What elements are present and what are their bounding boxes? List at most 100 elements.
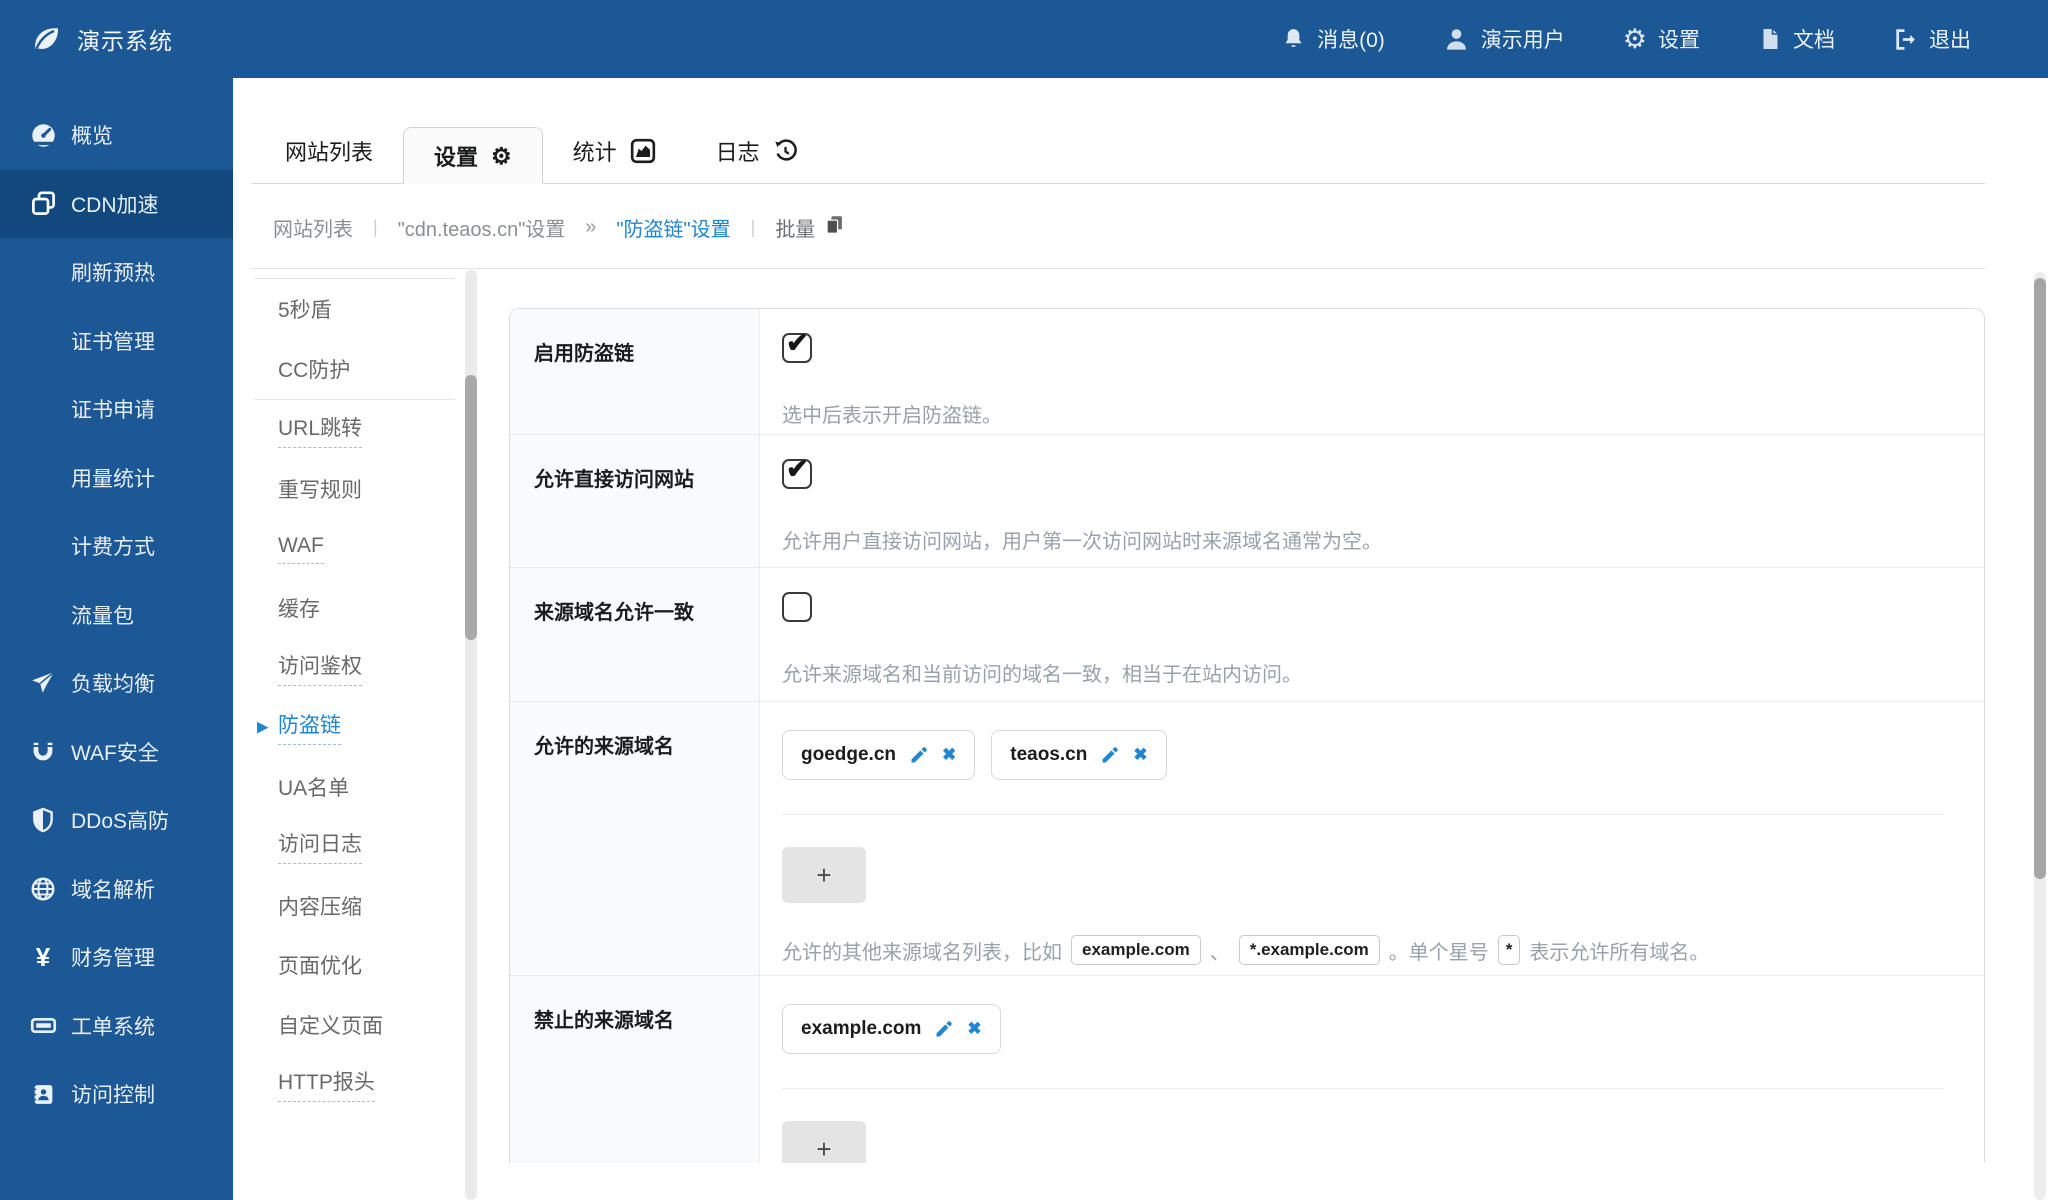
subnav-item-compression[interactable]: 内容压缩: [255, 876, 455, 936]
gauge-icon: [27, 122, 59, 149]
check-icon: ✔: [786, 454, 809, 484]
settings-button[interactable]: ⚙ 设置: [1594, 24, 1729, 54]
subnav-scrollbar: [465, 270, 477, 1200]
docs-button[interactable]: 文档: [1729, 24, 1864, 54]
page-scrollbar: [2034, 272, 2046, 1200]
tab-stats[interactable]: 统计: [543, 118, 686, 184]
tab-settings[interactable]: 设置 ⚙: [403, 127, 543, 184]
sidebar-item-waf[interactable]: WAF安全: [0, 718, 233, 787]
subnav-item-cache[interactable]: 缓存: [255, 579, 455, 639]
allow-same-domain-checkbox[interactable]: [782, 592, 812, 622]
sidebar-item-dns[interactable]: 域名解析: [0, 855, 233, 924]
pipe-separator: |: [750, 216, 756, 237]
denied-domain-tags: example.com ✖: [782, 1004, 1964, 1054]
subnav-group-settings: URL跳转 重写规则 WAF 缓存 访问鉴权 ▶ 防盗链 UA名单 访问日志 内…: [255, 400, 455, 1114]
page-scrollbar-thumb[interactable]: [2034, 278, 2046, 879]
pipe-separator: |: [373, 216, 378, 237]
breadcrumb-referer-settings[interactable]: "防盗链"设置: [616, 213, 730, 242]
allow-direct-checkbox[interactable]: ✔: [782, 454, 812, 489]
sidebar-item-traffic-package[interactable]: 流量包: [0, 581, 233, 650]
sidebar-item-load-balancer[interactable]: 负载均衡: [0, 649, 233, 718]
subnav-item-waf[interactable]: WAF: [255, 519, 455, 579]
brand[interactable]: 演示系统: [0, 22, 173, 56]
add-denied-domain-button[interactable]: +: [782, 1121, 866, 1163]
remove-icon[interactable]: ✖: [942, 745, 956, 765]
subnav-item-cc-protect[interactable]: CC防护: [255, 339, 455, 399]
sidebar-item-ddos[interactable]: DDoS高防: [0, 786, 233, 855]
subnav-item-referer[interactable]: ▶ 防盗链: [255, 698, 455, 758]
yen-icon: ¥: [35, 942, 51, 973]
batch-button[interactable]: 批量: [775, 213, 845, 242]
edit-icon[interactable]: [934, 1019, 954, 1039]
breadcrumb-site-list[interactable]: 网站列表: [273, 213, 353, 242]
domain-tag: goedge.cn ✖: [782, 730, 976, 780]
subnav-item-url-redirect[interactable]: URL跳转: [255, 400, 455, 460]
remove-icon[interactable]: ✖: [1133, 745, 1147, 765]
example-code: *.example.com: [1238, 935, 1380, 965]
domain-tag: teaos.cn ✖: [991, 730, 1167, 780]
cell-divider: [782, 1088, 1944, 1089]
active-arrow-icon: ▶: [257, 718, 269, 736]
sidebar-item-refresh-preheat[interactable]: 刷新预热: [0, 238, 233, 307]
copy-icon: [824, 214, 845, 241]
subnav-item-5s-shield[interactable]: 5秒盾: [255, 279, 455, 339]
file-icon: [1758, 27, 1782, 51]
subnav-item-access-log[interactable]: 访问日志: [255, 817, 455, 877]
user-menu-button[interactable]: 演示用户: [1414, 24, 1594, 54]
sidebar-item-usage-stats[interactable]: 用量统计: [0, 444, 233, 513]
breadcrumb-site-settings[interactable]: "cdn.teaos.cn"设置: [398, 213, 566, 242]
field-label: 来源域名允许一致: [510, 568, 760, 701]
tab-logs[interactable]: 日志: [686, 118, 828, 184]
enable-referer-checkbox[interactable]: ✔: [782, 328, 812, 363]
subnav-item-rewrite-rules[interactable]: 重写规则: [255, 460, 455, 520]
gear-icon: ⚙: [491, 142, 512, 169]
magnet-icon: [27, 739, 59, 765]
messages-button[interactable]: 消息(0): [1252, 24, 1414, 54]
subnav-item-access-auth[interactable]: 访问鉴权: [255, 638, 455, 698]
form-row-enable-referer: 启用防盗链 ✔ 选中后表示开启防盗链。: [510, 309, 1984, 435]
logout-button[interactable]: 退出: [1864, 24, 2000, 54]
subnav-scrollbar-thumb[interactable]: [465, 375, 477, 640]
edit-icon[interactable]: [909, 745, 929, 765]
referer-settings-form: 启用防盗链 ✔ 选中后表示开启防盗链。 允许直接访问网站 ✔ 允许用户直接访问网…: [509, 308, 1985, 1163]
breadcrumb: 网站列表 | "cdn.teaos.cn"设置 » "防盗链"设置 | 批量: [273, 204, 845, 250]
field-hint: 允许用户直接访问网站，用户第一次访问网站时来源域名通常为空。: [782, 531, 1382, 553]
sidebar-item-cdn[interactable]: CDN加速: [0, 169, 233, 238]
subnav-item-ua-list[interactable]: UA名单: [255, 757, 455, 817]
cell-divider: [782, 814, 1944, 815]
id-card-icon: [27, 1082, 59, 1107]
paper-plane-icon: [27, 670, 59, 696]
breadcrumb-divider: [251, 268, 1985, 269]
sidebar-item-access-control[interactable]: 访问控制: [0, 1060, 233, 1129]
shield-icon: [27, 807, 59, 833]
check-icon: ✔: [786, 328, 809, 358]
remove-icon[interactable]: ✖: [967, 1019, 981, 1039]
subnav-item-custom-pages[interactable]: 自定义页面: [255, 995, 455, 1055]
field-label: 禁止的来源域名: [510, 976, 760, 1163]
edit-icon[interactable]: [1100, 745, 1120, 765]
sidebar-item-overview[interactable]: 概览: [0, 101, 233, 170]
top-bar: 演示系统 消息(0) 演示用户 ⚙ 设置 文档 退出: [0, 0, 2048, 78]
example-code: example.com: [1071, 935, 1201, 965]
field-label: 允许直接访问网站: [510, 435, 760, 567]
sidebar-item-finance[interactable]: ¥ 财务管理: [0, 923, 233, 992]
sidebar-item-billing-method[interactable]: 计费方式: [0, 512, 233, 581]
example-code: *: [1497, 935, 1521, 965]
add-allowed-domain-button[interactable]: +: [782, 847, 866, 903]
sidebar-item-cert-apply[interactable]: 证书申请: [0, 375, 233, 444]
form-row-denied-domains: 禁止的来源域名 example.com ✖ +: [510, 976, 1984, 1163]
field-hint: 选中后表示开启防盗链。: [782, 405, 1002, 427]
form-row-allowed-domains: 允许的来源域名 goedge.cn ✖ teaos.cn ✖ + 允许的其他来源…: [510, 702, 1984, 976]
content-area: 网站列表 设置 ⚙ 统计 日志 网站列表 | "cdn.teaos.cn"设置 …: [233, 78, 2048, 1200]
tab-bar: 网站列表 设置 ⚙ 统计 日志: [255, 118, 828, 184]
sidebar-item-tickets[interactable]: 工单系统: [0, 992, 233, 1061]
field-label: 允许的来源域名: [510, 702, 760, 975]
subnav-item-page-optimize[interactable]: 页面优化: [255, 936, 455, 996]
globe-icon: [27, 876, 59, 902]
sidebar-item-cert-manage[interactable]: 证书管理: [0, 307, 233, 376]
area-chart-icon: [630, 138, 656, 164]
bell-icon: [1281, 27, 1306, 52]
subnav-item-http-headers[interactable]: HTTP报头: [255, 1055, 455, 1115]
leaf-logo-icon: [30, 23, 62, 55]
tab-site-list[interactable]: 网站列表: [255, 118, 403, 184]
